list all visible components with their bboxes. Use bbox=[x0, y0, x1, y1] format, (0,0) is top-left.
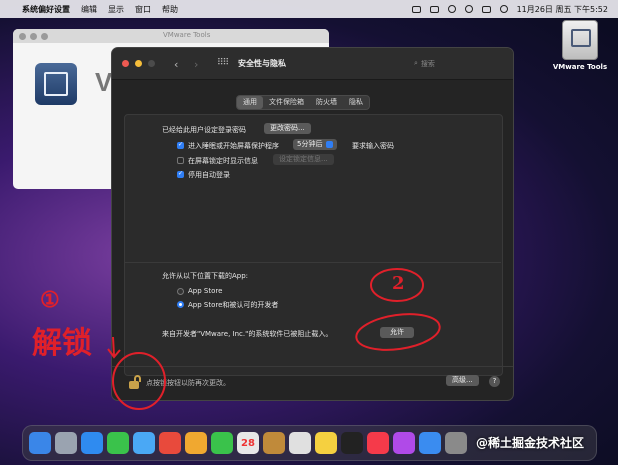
menu-help[interactable]: 帮助 bbox=[162, 4, 178, 15]
watermark: @稀土掘金技术社区 bbox=[476, 436, 585, 450]
close-dot-icon[interactable] bbox=[19, 32, 26, 40]
system-preferences-icon[interactable] bbox=[445, 432, 467, 454]
music-icon[interactable] bbox=[367, 432, 389, 454]
mail-icon[interactable] bbox=[133, 432, 155, 454]
tab-general[interactable]: 通用 bbox=[237, 96, 263, 109]
require-password-checkbox[interactable] bbox=[177, 141, 184, 149]
calendar-day: 28 bbox=[241, 438, 255, 449]
spotlight-icon[interactable] bbox=[464, 5, 473, 13]
screen-mirror-icon[interactable] bbox=[411, 5, 421, 13]
lock-body bbox=[129, 381, 139, 389]
annotation-step-two: 2 bbox=[392, 273, 405, 294]
facetime-icon[interactable] bbox=[211, 432, 233, 454]
menu-view[interactable]: 显示 bbox=[108, 4, 124, 15]
disable-autologin-label: 停用自动登录 bbox=[188, 171, 230, 179]
show-all-grid-icon[interactable]: ⠿⠿ bbox=[217, 58, 229, 68]
calendar-icon[interactable]: 28 bbox=[237, 432, 259, 454]
password-set-text: 已经给此用户设定登录密码 bbox=[162, 126, 246, 134]
messages-icon[interactable] bbox=[107, 432, 129, 454]
window-toolbar: ‹ › ⠿⠿ 安全性与隐私 ⌕ 搜索 bbox=[112, 48, 513, 80]
allow-apps-heading: 允许从以下位置下载的App: bbox=[162, 272, 249, 280]
appletv-icon[interactable] bbox=[341, 432, 363, 454]
appstore-icon[interactable] bbox=[419, 432, 441, 454]
footer-divider bbox=[112, 366, 513, 367]
require-password-suffix: 要求输入密码 bbox=[352, 142, 394, 150]
select-arrows-icon bbox=[326, 140, 334, 148]
back-chevron-icon[interactable]: ‹ bbox=[174, 58, 178, 71]
require-password-label: 进入睡眠或开始屏幕保护程序 bbox=[188, 142, 279, 150]
show-message-checkbox[interactable] bbox=[177, 157, 184, 164]
vmware-heading: V bbox=[95, 67, 113, 97]
radio-app-store-label: App Store bbox=[188, 287, 223, 295]
siri-icon[interactable] bbox=[499, 5, 508, 13]
close-button-icon[interactable] bbox=[122, 60, 129, 67]
wifi-icon[interactable] bbox=[447, 5, 456, 13]
require-password-delay-select[interactable]: 5分钟后 bbox=[293, 139, 338, 150]
reminders-icon[interactable] bbox=[289, 432, 311, 454]
desktop-icon-label: VMware Tools bbox=[552, 63, 608, 71]
allow-button[interactable]: 允许 bbox=[380, 327, 414, 338]
disable-autologin-checkbox[interactable] bbox=[177, 170, 184, 178]
change-password-button[interactable]: 更改密码... bbox=[264, 123, 311, 134]
section-divider bbox=[124, 262, 501, 263]
vmware-logo-icon bbox=[35, 63, 77, 105]
delay-select-value: 5分钟后 bbox=[297, 140, 323, 148]
tab-firewall[interactable]: 防火墙 bbox=[310, 96, 343, 109]
advanced-button[interactable]: 高级... bbox=[446, 375, 479, 386]
set-lock-message-button[interactable]: 设定锁定信息... bbox=[273, 154, 334, 165]
maps-icon[interactable] bbox=[159, 432, 181, 454]
radio-app-store-dev-label: App Store和被认可的开发者 bbox=[188, 301, 279, 309]
vmware-window-title: VMware Tools bbox=[163, 31, 211, 39]
tab-privacy[interactable]: 隐私 bbox=[343, 96, 369, 109]
zoom-dot-icon[interactable] bbox=[41, 32, 48, 40]
podcasts-icon[interactable] bbox=[393, 432, 415, 454]
forward-chevron-icon[interactable]: › bbox=[194, 58, 198, 71]
minimize-button-icon[interactable] bbox=[135, 60, 143, 67]
lock-hint-text: 点按锁按钮以防再次更改。 bbox=[146, 379, 230, 387]
traffic-lights bbox=[122, 60, 159, 69]
search-placeholder: 搜索 bbox=[420, 59, 435, 68]
lock-icon[interactable] bbox=[128, 375, 141, 389]
disk-image-icon bbox=[562, 20, 598, 60]
search-field[interactable]: ⌕ 搜索 bbox=[414, 57, 504, 70]
battery-icon[interactable] bbox=[429, 5, 439, 13]
safari-icon[interactable] bbox=[81, 432, 103, 454]
annotation-step-one: ① bbox=[40, 287, 60, 313]
zoom-button-icon[interactable] bbox=[148, 60, 156, 67]
contacts-icon[interactable] bbox=[263, 432, 285, 454]
menu-app-name[interactable]: 系统偏好设置 bbox=[22, 4, 70, 15]
show-message-label: 在屏幕锁定时显示信息 bbox=[188, 157, 258, 165]
menu-clock[interactable]: 11月26日 周五 下午5:52 bbox=[517, 4, 608, 15]
menu-bar: 系统偏好设置 编辑 显示 窗口 帮助 11月26日 周五 下午5:52 bbox=[0, 0, 618, 18]
menu-window[interactable]: 窗口 bbox=[135, 4, 151, 15]
control-center-icon[interactable] bbox=[481, 5, 491, 13]
search-icon: ⌕ bbox=[414, 59, 418, 67]
finder-icon[interactable] bbox=[29, 432, 51, 454]
security-privacy-window: ‹ › ⠿⠿ 安全性与隐私 ⌕ 搜索 通用 文件保险箱 防火墙 隐私 已经给此用… bbox=[111, 47, 514, 401]
photos-icon[interactable] bbox=[185, 432, 207, 454]
annotation-unlock-text: 解锁 bbox=[32, 326, 92, 361]
notes-icon[interactable] bbox=[315, 432, 337, 454]
blocked-software-text: 来自开发者"VMware, Inc."的系统软件已被阻止载入。 bbox=[162, 330, 333, 338]
radio-app-store[interactable] bbox=[177, 288, 184, 295]
window-title: 安全性与隐私 bbox=[238, 59, 286, 68]
help-button[interactable]: ? bbox=[489, 376, 500, 387]
minimize-dot-icon[interactable] bbox=[30, 32, 37, 40]
tab-filevault[interactable]: 文件保险箱 bbox=[263, 96, 310, 109]
launchpad-icon[interactable] bbox=[55, 432, 77, 454]
tab-bar: 通用 文件保险箱 防火墙 隐私 bbox=[236, 95, 370, 110]
desktop-vmware-tools[interactable]: VMware Tools bbox=[550, 20, 610, 71]
radio-app-store-developers[interactable] bbox=[177, 301, 184, 308]
menu-edit[interactable]: 编辑 bbox=[81, 4, 97, 15]
